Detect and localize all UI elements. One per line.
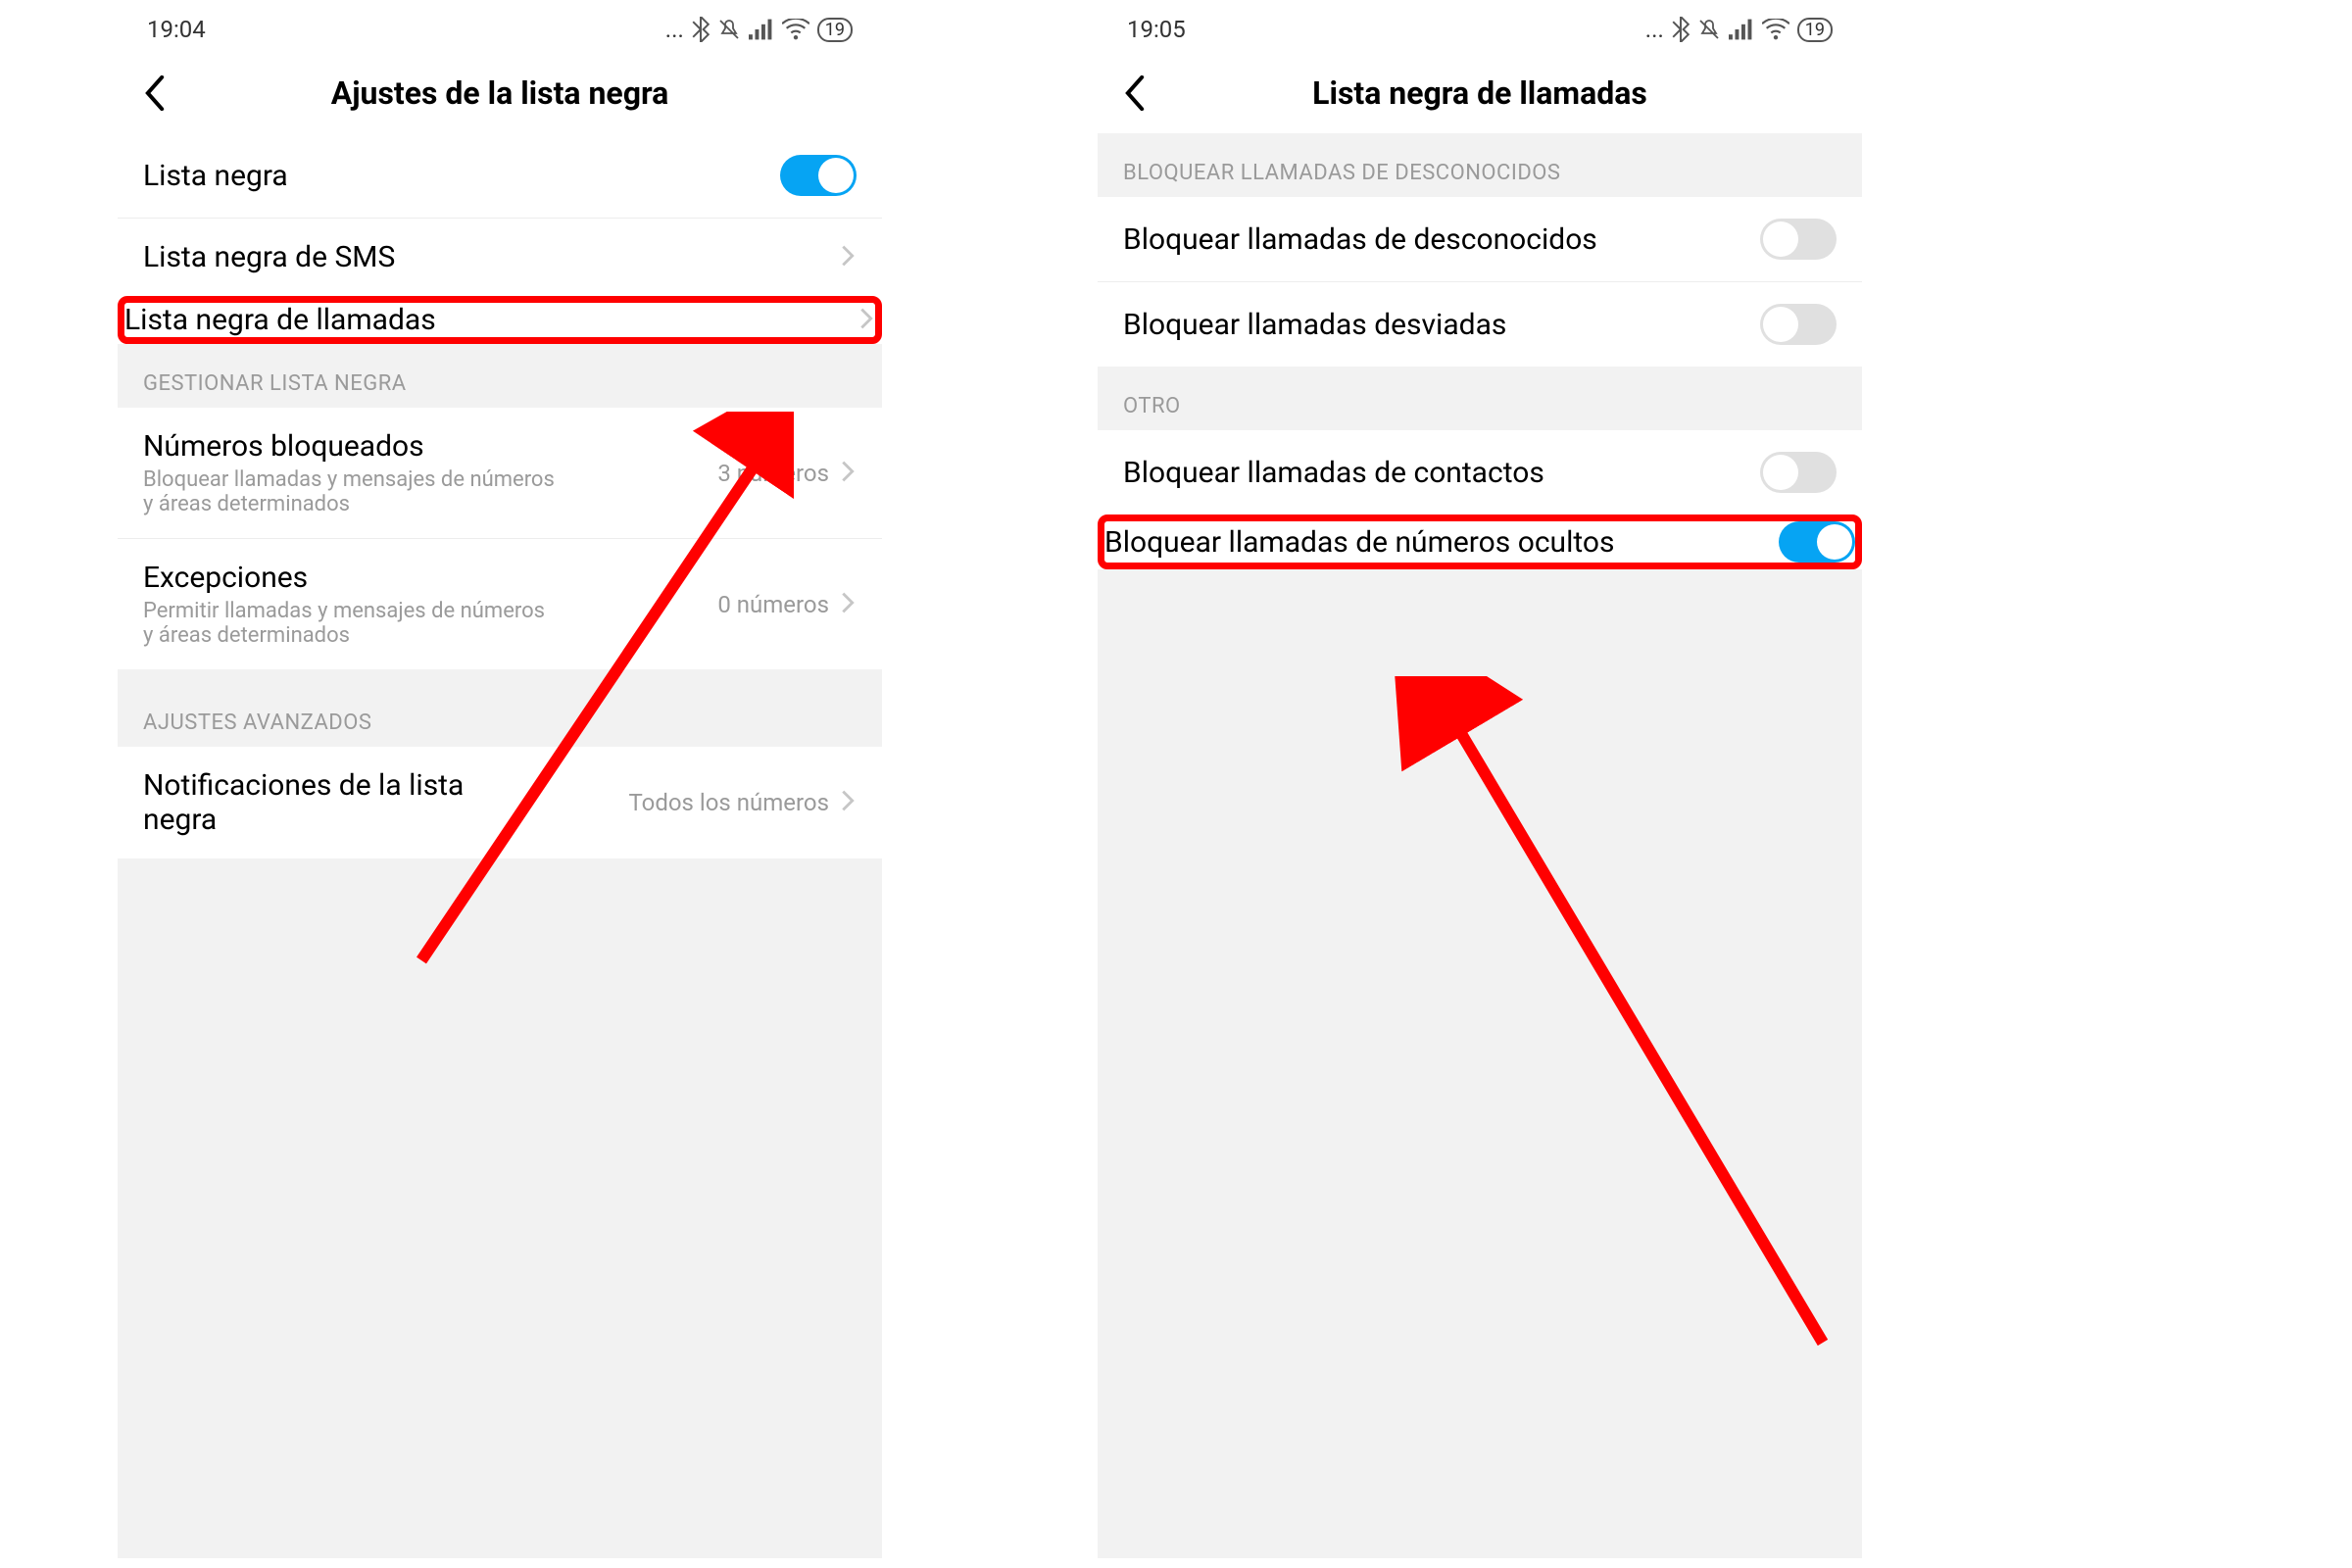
wifi-icon: [1762, 19, 1789, 40]
chevron-right-icon: [859, 308, 875, 333]
row-bloquear-desconocidos[interactable]: Bloquear llamadas de desconocidos: [1098, 197, 1862, 281]
status-time: 19:05: [1127, 16, 1186, 43]
row-lista-negra[interactable]: Lista negra: [118, 133, 882, 218]
toggle-desviadas[interactable]: [1760, 304, 1837, 345]
more-icon: ...: [665, 16, 684, 43]
row-value: 3 números: [717, 460, 829, 487]
section-otro: OTRO: [1098, 367, 1862, 430]
chevron-right-icon: [841, 461, 857, 486]
row-lista-sms[interactable]: Lista negra de SMS: [118, 218, 882, 296]
row-title: Bloquear llamadas de contactos: [1123, 456, 1760, 490]
more-icon: ...: [1645, 16, 1664, 43]
row-value: Todos los números: [628, 789, 829, 816]
signal-icon: [749, 19, 774, 40]
mute-icon: [717, 18, 741, 41]
status-bar: 19:04 ... 19: [118, 10, 882, 53]
toggle-lista-negra[interactable]: [780, 155, 857, 196]
row-bloquear-ocultos[interactable]: Bloquear llamadas de números ocultos: [1098, 514, 1862, 569]
header: Lista negra de llamadas: [1098, 53, 1862, 133]
row-title: Lista negra de llamadas: [124, 303, 859, 337]
chevron-right-icon: [841, 245, 857, 270]
bluetooth-icon: [692, 17, 710, 42]
row-title: Bloquear llamadas de desconocidos: [1123, 222, 1760, 257]
wifi-icon: [782, 19, 809, 40]
page-title: Lista negra de llamadas: [1123, 74, 1837, 112]
row-notificaciones[interactable]: Notificaciones de la lista negra Todos l…: [118, 747, 882, 858]
phone-left-screen: 19:04 ... 19 Ajustes de la lista negra L…: [118, 10, 882, 1558]
row-subtitle: Bloquear llamadas y mensajes de números …: [143, 467, 555, 516]
toggle-contactos[interactable]: [1760, 452, 1837, 493]
toggle-ocultos[interactable]: [1779, 521, 1855, 563]
row-excepciones[interactable]: Excepciones Permitir llamadas y mensajes…: [118, 538, 882, 669]
row-title: Notificaciones de la lista negra: [143, 768, 496, 837]
row-numeros-bloqueados[interactable]: Números bloqueados Bloquear llamadas y m…: [118, 408, 882, 538]
row-title: Excepciones: [143, 561, 717, 595]
section-avanzados: AJUSTES AVANZADOS: [118, 683, 882, 747]
mute-icon: [1697, 18, 1721, 41]
status-icons: ... 19: [665, 16, 853, 43]
signal-icon: [1729, 19, 1754, 40]
phone-right-screen: 19:05 ... 19 Lista negra de llamadas BLO…: [1098, 10, 1862, 1558]
toggle-desconocidos[interactable]: [1760, 219, 1837, 260]
row-value: 0 números: [717, 591, 829, 618]
status-icons: ... 19: [1645, 16, 1833, 43]
row-title: Bloquear llamadas desviadas: [1123, 308, 1760, 342]
row-title: Bloquear llamadas de números ocultos: [1104, 525, 1779, 560]
header: Ajustes de la lista negra: [118, 53, 882, 133]
battery-icon: 19: [1797, 18, 1833, 42]
row-title: Números bloqueados: [143, 429, 717, 464]
row-lista-llamadas[interactable]: Lista negra de llamadas: [118, 296, 882, 344]
section-gestionar: GESTIONAR LISTA NEGRA: [118, 344, 882, 408]
row-bloquear-contactos[interactable]: Bloquear llamadas de contactos: [1098, 430, 1862, 514]
row-title: Lista negra de SMS: [143, 240, 841, 274]
bluetooth-icon: [1672, 17, 1690, 42]
chevron-right-icon: [841, 592, 857, 617]
row-bloquear-desviadas[interactable]: Bloquear llamadas desviadas: [1098, 281, 1862, 367]
row-title: Lista negra: [143, 159, 780, 193]
chevron-right-icon: [841, 790, 857, 815]
battery-icon: 19: [817, 18, 853, 42]
status-bar: 19:05 ... 19: [1098, 10, 1862, 53]
section-desconocidos: BLOQUEAR LLAMADAS DE DESCONOCIDOS: [1098, 133, 1862, 197]
page-title: Ajustes de la lista negra: [143, 74, 857, 112]
row-subtitle: Permitir llamadas y mensajes de números …: [143, 599, 555, 648]
status-time: 19:04: [147, 16, 206, 43]
annotation-arrow: [1392, 676, 1882, 1382]
